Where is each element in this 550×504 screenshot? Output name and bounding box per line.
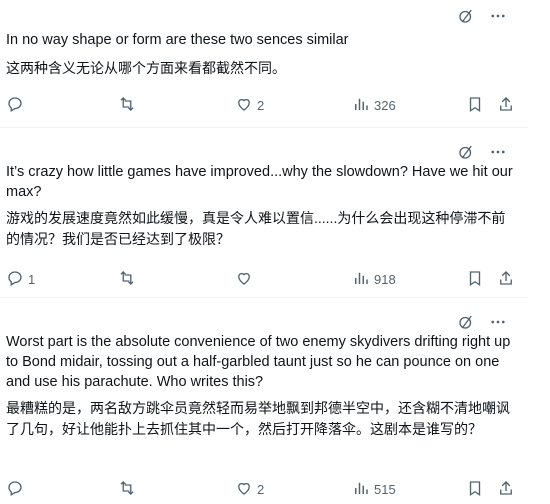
retweet-icon [118, 95, 136, 116]
share-button[interactable] [497, 479, 515, 500]
views-button[interactable]: 515 [352, 479, 396, 500]
grok-slash-icon[interactable] [456, 312, 476, 332]
share-upload-icon [497, 479, 515, 500]
post-translation: 游戏的发展速度竟然如此缓慢，真是令人难以置信......为什么会出现这种停滞不前… [6, 210, 506, 247]
retweet-icon [118, 479, 136, 500]
like-button[interactable]: 2 [235, 95, 264, 116]
views-count: 326 [374, 97, 396, 113]
views-button[interactable]: 326 [352, 95, 396, 116]
like-count: 2 [257, 481, 265, 497]
like-count: 2 [257, 97, 265, 113]
bookmark-icon [466, 479, 484, 500]
bookmark-button[interactable] [466, 479, 484, 500]
reply-count: 1 [28, 271, 36, 287]
grok-slash-icon[interactable] [456, 6, 476, 26]
heart-icon [235, 479, 253, 500]
post-text: It’s crazy how little games have improve… [6, 164, 513, 200]
post-2[interactable]: It’s crazy how little games have improve… [0, 128, 528, 298]
retweet-button[interactable] [118, 479, 140, 500]
retweet-button[interactable] [118, 269, 140, 290]
post-translation: 这两种含义无论从哪个方面来看都截然不同。 [6, 60, 286, 76]
bookmark-button[interactable] [466, 269, 484, 290]
like-button[interactable]: 2 [235, 479, 264, 500]
share-upload-icon [497, 269, 515, 290]
post-3[interactable]: Worst part is the absolute convenience o… [0, 298, 528, 504]
retweet-icon [118, 269, 136, 290]
share-button[interactable] [497, 95, 515, 116]
bookmark-button[interactable] [466, 95, 484, 116]
post-1[interactable]: In no way shape or form are these two se… [0, 0, 528, 128]
bar-chart-icon [352, 95, 370, 116]
bar-chart-icon [352, 479, 370, 500]
views-button[interactable]: 918 [352, 269, 396, 290]
heart-icon [235, 269, 253, 290]
reply-button[interactable] [6, 479, 28, 500]
more-horizontal-icon[interactable] [488, 312, 508, 332]
reply-bubble-icon [6, 269, 24, 290]
reply-bubble-icon [6, 479, 24, 500]
views-count: 515 [374, 481, 396, 497]
share-button[interactable] [497, 269, 515, 290]
bookmark-icon [466, 95, 484, 116]
share-upload-icon [497, 95, 515, 116]
bookmark-icon [466, 269, 484, 290]
more-horizontal-icon[interactable] [488, 6, 508, 26]
grok-slash-icon[interactable] [456, 142, 476, 162]
views-count: 918 [374, 271, 396, 287]
heart-icon [235, 95, 253, 116]
bar-chart-icon [352, 269, 370, 290]
like-button[interactable] [235, 269, 257, 290]
more-horizontal-icon[interactable] [488, 142, 508, 162]
reply-button[interactable] [6, 95, 28, 116]
post-text: Worst part is the absolute convenience o… [6, 334, 511, 390]
post-text: In no way shape or form are these two se… [6, 32, 349, 48]
retweet-button[interactable] [118, 95, 140, 116]
reply-button[interactable]: 1 [6, 269, 35, 290]
post-translation: 最糟糕的是，两名敌方跳伞员竟然轻而易举地飘到邦德半空中，还含糊不清地嘲讽了几句，… [6, 400, 510, 437]
reply-bubble-icon [6, 95, 24, 116]
